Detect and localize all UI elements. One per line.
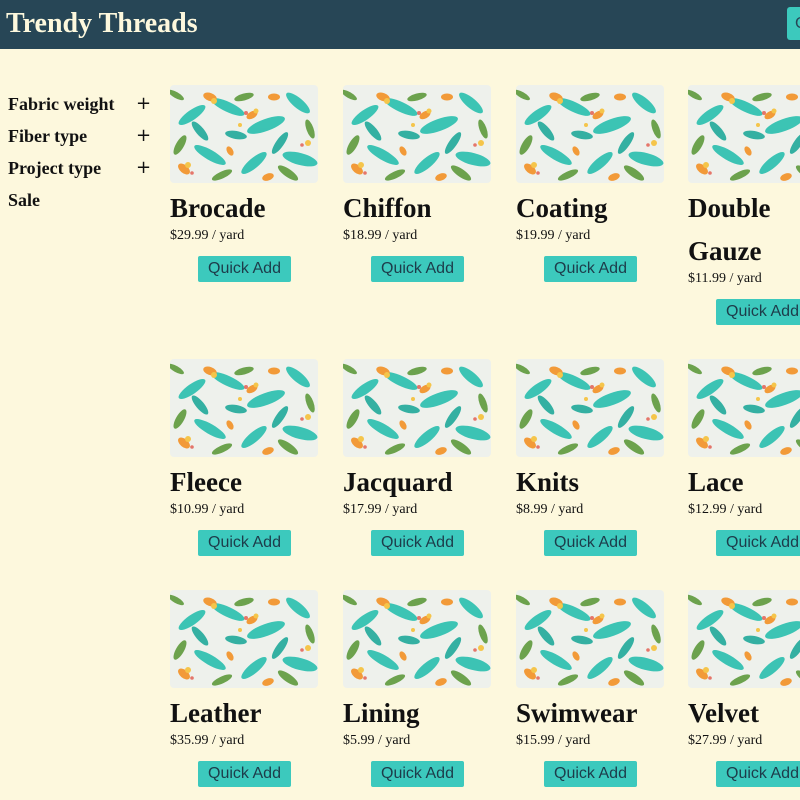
- product-card-velvet: Velvet $27.99 / yard Quick Add: [688, 590, 800, 787]
- product-image[interactable]: [343, 359, 491, 457]
- product-card-fleece: Fleece $10.99 / yard Quick Add: [170, 359, 318, 556]
- product-image[interactable]: [516, 359, 664, 457]
- product-image[interactable]: [170, 359, 318, 457]
- filter-label: Sale: [8, 190, 41, 210]
- plus-icon[interactable]: +: [136, 152, 151, 184]
- product-price: $11.99: [688, 271, 726, 286]
- quick-add-button[interactable]: Quick Add: [716, 761, 800, 787]
- price-unit: / yard: [212, 228, 245, 243]
- product-price-line: $18.99 / yard: [343, 228, 491, 244]
- product-name[interactable]: Chiffon: [343, 187, 491, 230]
- price-unit: / yard: [385, 228, 418, 243]
- product-price: $35.99: [170, 733, 209, 748]
- product-name[interactable]: Brocade: [170, 187, 318, 230]
- product-name[interactable]: Swimwear: [516, 692, 664, 735]
- product-name[interactable]: Leather: [170, 692, 318, 735]
- product-price-line: $8.99 / yard: [516, 502, 664, 518]
- quick-add-button[interactable]: Quick Add: [716, 530, 800, 556]
- product-image[interactable]: [688, 590, 800, 688]
- product-price: $15.99: [516, 733, 555, 748]
- filter-sidebar: Fabric weight + Fiber type + Project typ…: [8, 88, 153, 216]
- product-price-line: $10.99 / yard: [170, 502, 318, 518]
- price-unit: / yard: [558, 228, 591, 243]
- product-card-double-gauze: Double Gauze $11.99 / yard Quick Add: [688, 85, 800, 325]
- product-image[interactable]: [170, 85, 318, 183]
- filter-sale[interactable]: Sale: [8, 184, 153, 216]
- product-name[interactable]: Jacquard: [343, 461, 491, 504]
- product-card-coating: Coating $19.99 / yard Quick Add: [516, 85, 664, 282]
- product-price: $17.99: [343, 502, 382, 517]
- product-price-line: $27.99 / yard: [688, 733, 800, 749]
- product-price-line: $11.99 / yard: [688, 271, 800, 287]
- product-name[interactable]: Fleece: [170, 461, 318, 504]
- product-card-chiffon: Chiffon $18.99 / yard Quick Add: [343, 85, 491, 282]
- plus-icon[interactable]: +: [136, 120, 151, 152]
- product-image[interactable]: [343, 590, 491, 688]
- price-unit: / yard: [212, 502, 245, 517]
- quick-add-button[interactable]: Quick Add: [371, 530, 464, 556]
- quick-add-button[interactable]: Quick Add: [371, 761, 464, 787]
- price-unit: / yard: [558, 733, 591, 748]
- product-image[interactable]: [170, 590, 318, 688]
- quick-add-button[interactable]: Quick Add: [716, 299, 800, 325]
- price-unit: / yard: [730, 502, 763, 517]
- filter-fabric-weight[interactable]: Fabric weight +: [8, 88, 153, 120]
- product-price: $18.99: [343, 228, 382, 243]
- price-unit: / yard: [378, 733, 411, 748]
- header-button[interactable]: C: [787, 7, 800, 40]
- filter-label: Project type: [8, 158, 102, 178]
- product-image[interactable]: [516, 590, 664, 688]
- quick-add-button[interactable]: Quick Add: [544, 761, 637, 787]
- product-name[interactable]: Knits: [516, 461, 664, 504]
- price-unit: / yard: [385, 502, 418, 517]
- product-card-jacquard: Jacquard $17.99 / yard Quick Add: [343, 359, 491, 556]
- product-price: $29.99: [170, 228, 209, 243]
- product-price: $12.99: [688, 502, 727, 517]
- product-price-line: $5.99 / yard: [343, 733, 491, 749]
- filter-label: Fiber type: [8, 126, 88, 146]
- brand-logo-text[interactable]: Trendy Threads: [6, 6, 198, 42]
- product-price: $8.99: [516, 502, 548, 517]
- price-unit: / yard: [729, 271, 762, 286]
- product-name[interactable]: Velvet: [688, 692, 800, 735]
- price-unit: / yard: [730, 733, 763, 748]
- product-name[interactable]: Double Gauze: [688, 187, 800, 273]
- quick-add-button[interactable]: Quick Add: [198, 256, 291, 282]
- product-image[interactable]: [688, 85, 800, 183]
- product-name[interactable]: Lining: [343, 692, 491, 735]
- product-name[interactable]: Lace: [688, 461, 800, 504]
- quick-add-button[interactable]: Quick Add: [371, 256, 464, 282]
- price-unit: / yard: [551, 502, 584, 517]
- product-image[interactable]: [343, 85, 491, 183]
- product-card-lining: Lining $5.99 / yard Quick Add: [343, 590, 491, 787]
- product-price: $19.99: [516, 228, 555, 243]
- product-card-knits: Knits $8.99 / yard Quick Add: [516, 359, 664, 556]
- product-price-line: $29.99 / yard: [170, 228, 318, 244]
- site-header: Trendy Threads C: [0, 0, 800, 49]
- filter-project-type[interactable]: Project type +: [8, 152, 153, 184]
- product-price-line: $35.99 / yard: [170, 733, 318, 749]
- product-card-lace: Lace $12.99 / yard Quick Add: [688, 359, 800, 556]
- product-price-line: $15.99 / yard: [516, 733, 664, 749]
- product-card-leather: Leather $35.99 / yard Quick Add: [170, 590, 318, 787]
- quick-add-button[interactable]: Quick Add: [198, 530, 291, 556]
- product-card-swimwear: Swimwear $15.99 / yard Quick Add: [516, 590, 664, 787]
- plus-icon[interactable]: +: [136, 88, 151, 120]
- price-unit: / yard: [212, 733, 245, 748]
- product-price: $5.99: [343, 733, 375, 748]
- quick-add-button[interactable]: Quick Add: [544, 530, 637, 556]
- product-price-line: $12.99 / yard: [688, 502, 800, 518]
- product-card-brocade: Brocade $29.99 / yard Quick Add: [170, 85, 318, 282]
- product-image[interactable]: [688, 359, 800, 457]
- filter-fiber-type[interactable]: Fiber type +: [8, 120, 153, 152]
- product-price-line: $17.99 / yard: [343, 502, 491, 518]
- filter-label: Fabric weight: [8, 94, 115, 114]
- product-image[interactable]: [516, 85, 664, 183]
- product-name[interactable]: Coating: [516, 187, 664, 230]
- quick-add-button[interactable]: Quick Add: [198, 761, 291, 787]
- quick-add-button[interactable]: Quick Add: [544, 256, 637, 282]
- product-price-line: $19.99 / yard: [516, 228, 664, 244]
- product-price: $10.99: [170, 502, 209, 517]
- product-price: $27.99: [688, 733, 727, 748]
